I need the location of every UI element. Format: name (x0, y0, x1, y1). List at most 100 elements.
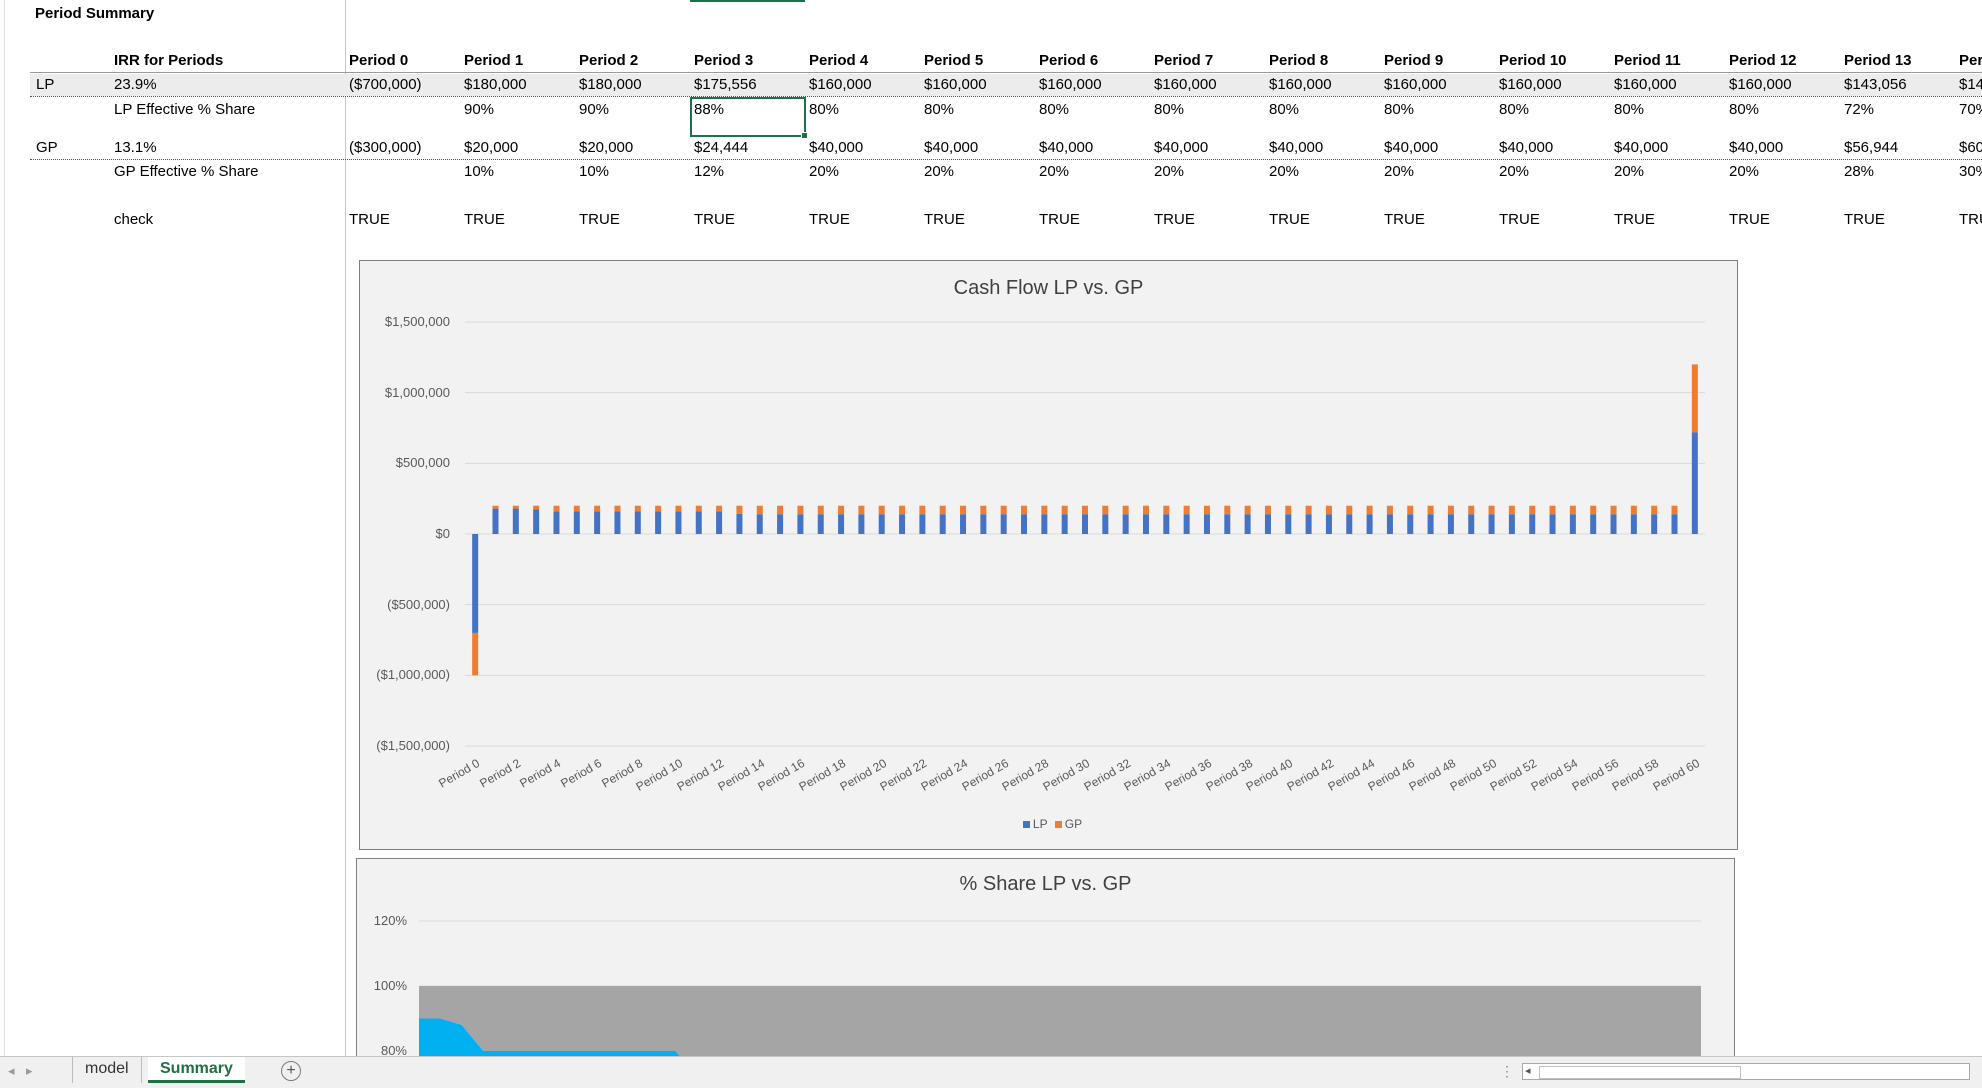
bar-lp[interactable] (1203, 514, 1210, 534)
bar-lp[interactable] (1122, 514, 1129, 534)
period-header[interactable]: Period 5 (924, 51, 983, 71)
bar-gp[interactable] (1386, 505, 1393, 515)
bar-lp[interactable] (756, 514, 763, 534)
bar-gp[interactable] (1264, 505, 1271, 515)
bar-gp[interactable] (1468, 505, 1475, 515)
bar-gp[interactable] (1610, 505, 1617, 515)
bar-lp[interactable] (716, 511, 723, 534)
gp-cashflow-cell[interactable]: $40,000 (1499, 138, 1553, 158)
gp-cashflow-cell[interactable]: $20,000 (464, 138, 518, 158)
bar-lp[interactable] (899, 514, 906, 534)
horizontal-scrollbar[interactable]: ◂ (1522, 1063, 1970, 1080)
lp-cashflow-cell[interactable]: $160,000 (1384, 75, 1447, 95)
bar-gp[interactable] (1041, 505, 1048, 515)
lp-share-label[interactable]: LP Effective % Share (114, 100, 255, 120)
bar-lp[interactable] (838, 514, 845, 534)
lp-cashflow-cell[interactable]: ($700,000) (349, 75, 422, 95)
check-cell[interactable]: TRUE (1384, 210, 1425, 230)
gp-cashflow-cell[interactable]: $40,000 (1729, 138, 1783, 158)
bar-lp[interactable] (777, 514, 784, 534)
bar-gp[interactable] (756, 505, 763, 515)
gp-cashflow-cell[interactable]: $40,000 (1269, 138, 1323, 158)
bar-gp[interactable] (1427, 505, 1434, 515)
bar-gp[interactable] (1305, 505, 1312, 515)
bar-gp[interactable] (1366, 505, 1373, 515)
bar-lp[interactable] (1021, 514, 1028, 534)
lp-share-cell[interactable]: 80% (1039, 100, 1069, 120)
check-cell[interactable]: TRUE (1614, 210, 1655, 230)
bar-gp[interactable] (1569, 505, 1576, 515)
bar-lp[interactable] (1000, 514, 1007, 534)
gp-cashflow-cell[interactable]: $40,000 (809, 138, 863, 158)
bar-lp[interactable] (634, 511, 641, 534)
period-header[interactable]: Period 0 (349, 51, 408, 71)
share-chart[interactable]: % Share LP vs. GP 120% 100% 80% (356, 858, 1735, 1056)
bar-lp[interactable] (939, 514, 946, 534)
gp-share-cell[interactable]: 20% (1614, 162, 1644, 182)
bar-lp[interactable] (1163, 514, 1170, 534)
bar-lp[interactable] (614, 511, 621, 534)
lp-share-cell[interactable]: 80% (1499, 100, 1529, 120)
bar-gp[interactable] (1346, 505, 1353, 515)
bar-lp[interactable] (675, 511, 682, 534)
bar-lp[interactable] (1244, 514, 1251, 534)
bar-lp[interactable] (919, 514, 926, 534)
lp-cashflow-cell[interactable]: $180,000 (579, 75, 642, 95)
tab-summary[interactable]: Summary (148, 1057, 245, 1083)
bar-lp[interactable] (817, 514, 824, 534)
bar-lp[interactable] (1427, 514, 1434, 534)
scroll-left-arrow-icon[interactable]: ◂ (1525, 1064, 1531, 1077)
bar-lp[interactable] (533, 509, 540, 534)
lp-share-cell[interactable]: 80% (1729, 100, 1759, 120)
bar-gp[interactable] (675, 505, 682, 512)
bar-lp[interactable] (1590, 514, 1597, 534)
bar-gp[interactable] (1163, 505, 1170, 515)
lp-cashflow-cell[interactable]: $160,000 (1614, 75, 1677, 95)
bar-gp[interactable] (1671, 505, 1678, 515)
check-cell[interactable]: TRUE (1269, 210, 1310, 230)
bar-gp[interactable] (777, 505, 784, 515)
bar-lp[interactable] (1508, 514, 1515, 534)
lp-cashflow-cell[interactable]: $14 (1959, 75, 1982, 95)
bar-gp[interactable] (1549, 505, 1556, 515)
bar-lp[interactable] (1325, 514, 1332, 534)
bar-lp[interactable] (960, 514, 967, 534)
check-cell[interactable]: TRUE (349, 210, 390, 230)
bar-lp[interactable] (1346, 514, 1353, 534)
bar-lp[interactable] (1305, 514, 1312, 534)
bar-gp[interactable] (695, 505, 702, 512)
bar-gp[interactable] (817, 505, 824, 515)
lp-share-cell[interactable]: 80% (1269, 100, 1299, 120)
check-cell[interactable]: TRUE (1499, 210, 1540, 230)
gp-cashflow-cell[interactable]: $56,944 (1844, 138, 1898, 158)
check-cell[interactable]: TRUE (1039, 210, 1080, 230)
period-header[interactable]: Period 2 (579, 51, 638, 71)
bar-lp[interactable] (1264, 514, 1271, 534)
gp-cashflow-cell[interactable]: $40,000 (1384, 138, 1438, 158)
bar-gp[interactable] (1508, 505, 1515, 515)
check-cell[interactable]: TRUE (924, 210, 965, 230)
lp-cashflow-cell[interactable]: $143,056 (1844, 75, 1907, 95)
gp-share-cell[interactable]: 20% (1384, 162, 1414, 182)
gp-cashflow-cell[interactable]: $24,444 (694, 138, 748, 158)
bar-gp[interactable] (1407, 505, 1414, 515)
gp-share-cell[interactable]: 12% (694, 162, 724, 182)
bar-gp[interactable] (797, 505, 804, 515)
period-header[interactable]: Period 9 (1384, 51, 1443, 71)
bar-gp[interactable] (858, 505, 865, 515)
period-header[interactable]: Period 1 (464, 51, 523, 71)
bar-gp[interactable] (980, 505, 987, 515)
bar-gp[interactable] (1447, 505, 1454, 515)
check-cell[interactable]: TRUE (579, 210, 620, 230)
tab-scroll-right-icon[interactable]: ▸ (26, 1063, 33, 1079)
lp-cashflow-cell[interactable]: $160,000 (1729, 75, 1792, 95)
bar-gp[interactable] (1224, 505, 1231, 515)
check-label[interactable]: check (114, 210, 153, 230)
period-header[interactable]: Period 11 (1614, 51, 1681, 71)
bar-gp[interactable] (512, 505, 519, 509)
period-header[interactable]: Per (1959, 51, 1982, 71)
bar-lp[interactable] (472, 534, 479, 633)
bar-gp[interactable] (1102, 505, 1109, 515)
bar-gp[interactable] (1082, 505, 1088, 515)
bar-lp[interactable] (1447, 514, 1454, 534)
